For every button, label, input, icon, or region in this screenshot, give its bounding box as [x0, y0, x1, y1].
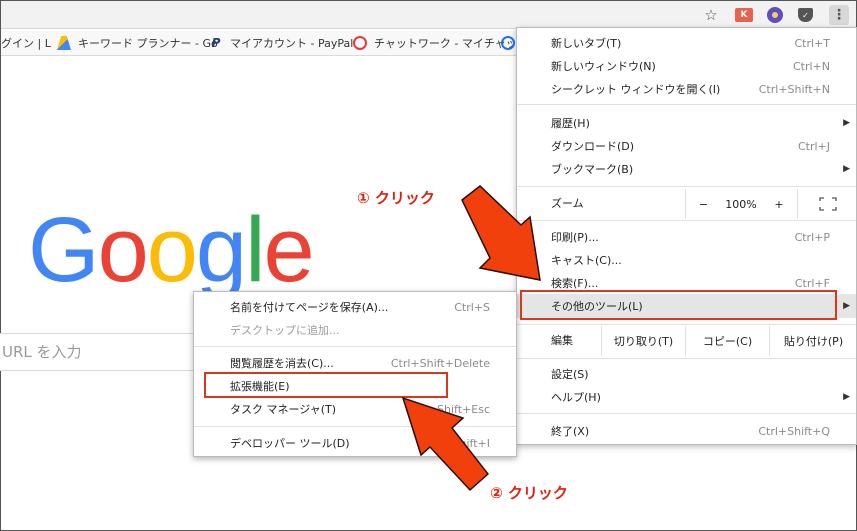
arrow-icon	[461, 185, 541, 281]
annotation-step-1: ① クリック	[357, 189, 435, 207]
annotation-step-2: ② クリック	[490, 484, 568, 502]
annotation-arrows	[401, 185, 541, 492]
arrow-icon	[401, 396, 490, 492]
